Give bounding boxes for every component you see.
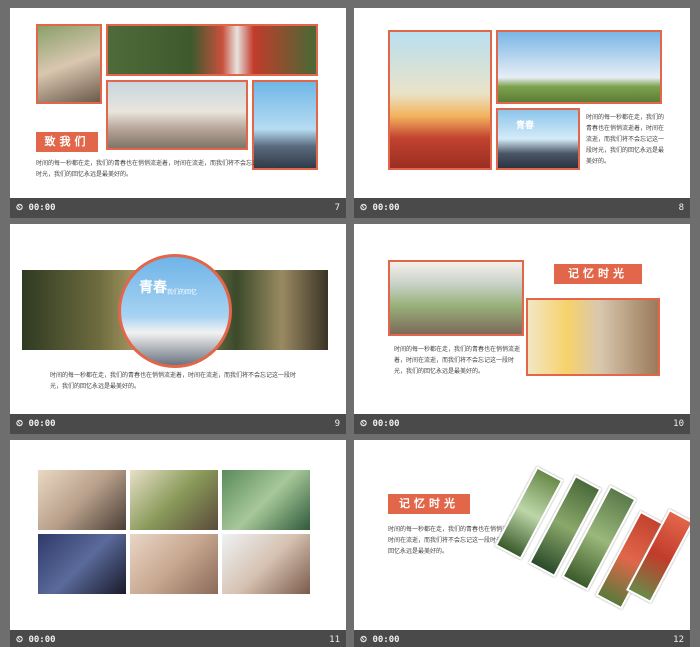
slide-11-time: 00:00 [28, 635, 56, 645]
slide-9-body-text: 时间的每一秒都在走，我们的青春也在悄悄流逝着，时间在流逝，而我们将不会忘记这一段… [50, 372, 297, 390]
slide-8-footer: ⏲ 00:00 8 [354, 198, 690, 218]
clock-icon: ⏲ 00:00 [360, 203, 400, 213]
slide-11[interactable] [10, 440, 346, 630]
slide-12-title-tag: 记忆时光 [388, 494, 470, 514]
slide-9-time: 00:00 [28, 419, 56, 429]
photo-group-sky [252, 80, 318, 170]
circle-subtitle: 我们的回忆 [167, 289, 198, 296]
slide-9-footer: ⏲ 00:00 9 [10, 414, 346, 434]
photo-grid-6 [222, 534, 310, 594]
slide-10[interactable]: 记忆时光 时间的每一秒都在走，我们的青春也在悄悄流逝着，时间在流逝，而我们将不会… [354, 224, 690, 414]
photo-track-sunset [388, 30, 492, 170]
slide-12[interactable]: 记忆时光 时间的每一秒都在走，我们的青春也在悄悄流逝着，时间在流逝，而我们将不会… [354, 440, 690, 630]
clock-icon: ⏲ 00:00 [16, 419, 56, 429]
circle-title: 青春 [139, 280, 167, 296]
slide-12-number: 12 [673, 635, 684, 645]
clock-icon: ⏲ 00:00 [360, 419, 400, 429]
slide-8-time: 00:00 [372, 203, 400, 213]
photo-circle-group: 青春 我们的回忆 [118, 254, 232, 368]
slide-10-title-tag: 记忆时光 [554, 264, 642, 284]
photo-trees-red [106, 24, 318, 76]
photo-grid-5 [130, 534, 218, 594]
clock-icon: ⏲ 00:00 [16, 635, 56, 645]
slide-9-number: 9 [334, 419, 340, 429]
slide-7-body-text: 时间的每一秒都在走，我们的青春也在悄悄流逝着，时间在流逝，而我们将不会忘记这一段… [36, 160, 277, 178]
slide-8-number: 8 [678, 203, 684, 213]
photo-grid-4 [38, 534, 126, 594]
photo-jump-group: 青春 [496, 108, 580, 170]
clock-icon: ⏲ 00:00 [16, 203, 56, 213]
photo-beach-group [106, 80, 248, 150]
photo-friends-lanterns [526, 298, 660, 376]
slide-10-number: 10 [673, 419, 684, 429]
photo-two-girls [36, 24, 102, 104]
slide-9[interactable]: 青春 我们的回忆 时间的每一秒都在走，我们的青春也在悄悄流逝着，时间在流逝，而我… [10, 224, 346, 414]
slide-11-footer: ⏲ 00:00 11 [10, 630, 346, 647]
photo-grid-1 [38, 470, 126, 530]
slide-7-footer: ⏲ 00:00 7 [10, 198, 346, 218]
slide-10-footer: ⏲ 00:00 10 [354, 414, 690, 434]
slide-7-time: 00:00 [28, 203, 56, 213]
photo-caption-youth: 青春 [516, 121, 535, 131]
clock-icon: ⏲ 00:00 [360, 635, 400, 645]
slide-7-number: 7 [334, 203, 340, 213]
slide-8-body-text: 时间的每一秒都在走，我们的青春也在悄悄流逝着，时间在流逝，而我们将不会忘记这一段… [586, 114, 665, 165]
slide-8[interactable]: 青春 时间的每一秒都在走，我们的青春也在悄悄流逝着，时间在流逝，而我们将不会忘记… [354, 8, 690, 198]
photo-group-balloons [388, 260, 524, 336]
slide-10-time: 00:00 [372, 419, 400, 429]
photo-field-sky [496, 30, 662, 104]
photo-grid-3 [222, 470, 310, 530]
slide-7-title-tag: 致我们 [36, 132, 98, 152]
slide-10-body-text: 时间的每一秒都在走，我们的青春也在悄悄流逝着，时间在流逝，而我们将不会忘记这一段… [394, 346, 521, 375]
slide-7[interactable]: 致我们 时间的每一秒都在走，我们的青春也在悄悄流逝着，时间在流逝，而我们将不会忘… [10, 8, 346, 198]
photo-grid-2 [130, 470, 218, 530]
slide-11-number: 11 [329, 635, 340, 645]
slide-12-time: 00:00 [372, 635, 400, 645]
slide-12-footer: ⏲ 00:00 12 [354, 630, 690, 647]
